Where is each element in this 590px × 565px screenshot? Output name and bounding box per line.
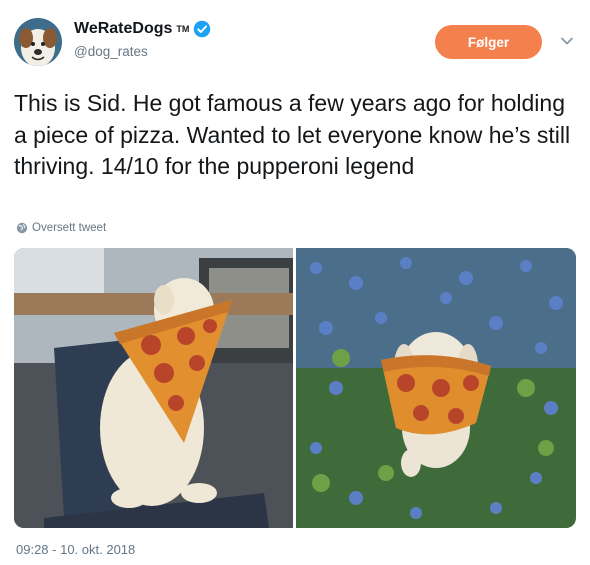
display-name[interactable]: WeRateDogs TM: [74, 20, 211, 38]
author-handle[interactable]: @dog_rates: [74, 44, 211, 59]
author-names: WeRateDogs TM @dog_rates: [74, 20, 211, 59]
translate-tweet-link[interactable]: Oversett tweet: [16, 222, 106, 234]
chevron-down-icon[interactable]: [558, 32, 576, 50]
tweet-header: WeRateDogs TM @dog_rates Følger: [14, 18, 576, 74]
globe-icon: [16, 222, 28, 234]
dog-avatar-icon: [14, 18, 62, 66]
tweet-timestamp[interactable]: 09:28 - 10. okt. 2018: [16, 542, 135, 557]
following-button[interactable]: Følger: [435, 25, 542, 59]
photo-dog-with-pizza-in-bluebonnets[interactable]: [296, 248, 576, 528]
tweet-text: This is Sid. He got famous a few years a…: [14, 90, 571, 179]
photo-dog-with-pizza-on-chair[interactable]: [14, 248, 293, 528]
verified-badge-icon: [194, 20, 211, 38]
avatar[interactable]: [14, 18, 62, 66]
tweet-media: [14, 248, 576, 528]
translate-label: Oversett tweet: [32, 222, 107, 234]
display-name-text: WeRateDogs: [74, 20, 173, 37]
trademark-mark: TM: [176, 24, 190, 34]
